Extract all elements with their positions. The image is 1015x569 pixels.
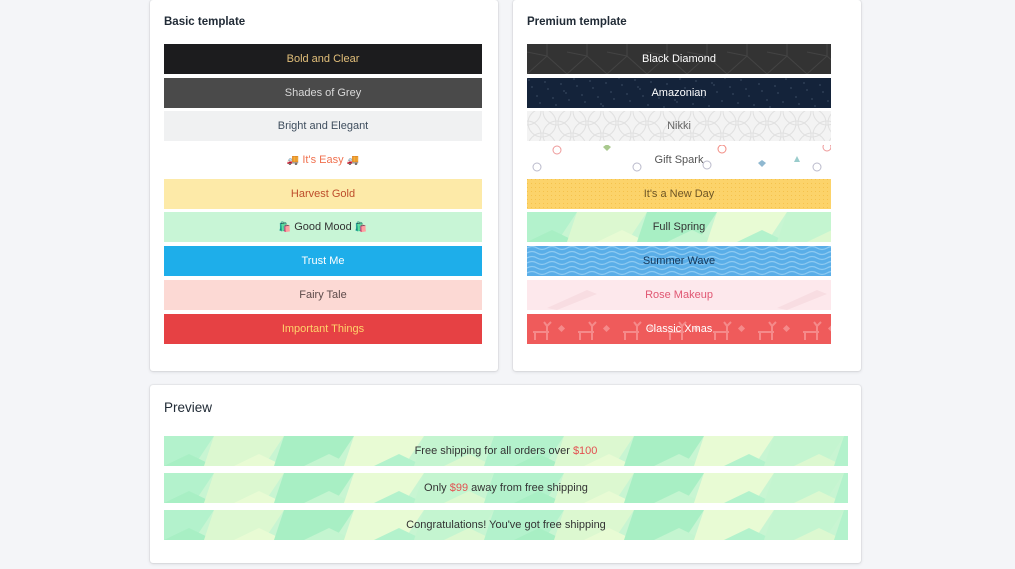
shopping-bag-icon: 🛍️ xyxy=(354,222,368,234)
premium-template-list: Black Diamond Amazonian Nikki Gift Spark It'… xyxy=(527,44,831,347)
basic-template-shades-of-grey[interactable]: Shades of Grey xyxy=(164,77,482,108)
premium-template-card: Premium template Black Diamond Amazonian N… xyxy=(513,0,861,371)
premium-template-full-spring[interactable]: Full Spring xyxy=(527,212,831,243)
basic-template-bold-and-clear[interactable]: Bold and Clear xyxy=(164,44,482,74)
banner-label: Important Things xyxy=(282,323,364,335)
message-text: away from free shipping xyxy=(468,482,588,494)
banner-text: Classic Xmas xyxy=(645,322,713,335)
banner-label: Fairy Tale xyxy=(299,289,346,301)
truck-icon: 🚚 xyxy=(346,155,360,167)
basic-template-it-s-easy[interactable]: 🚚 It's Easy 🚚 xyxy=(164,145,482,176)
banner-text: Summer Wave xyxy=(642,255,716,268)
basic-template-list: Bold and Clear Shades of Grey Bright and E… xyxy=(164,44,482,347)
banner-text: It's Easy xyxy=(302,154,344,167)
banner-label: 🛍️ Good Mood 🛍️ xyxy=(279,221,368,233)
preview-message: Free shipping for all orders over $100 xyxy=(415,445,598,457)
banner-label: Bright and Elegant xyxy=(278,120,369,132)
banner-text: Bold and Clear xyxy=(286,53,360,65)
preview-message: Congratulations! You've got free shippin… xyxy=(406,519,606,531)
preview-title: Preview xyxy=(164,400,213,415)
banner-label: Trust Me xyxy=(302,255,345,267)
banner-label: Classic Xmas xyxy=(646,323,713,335)
premium-template-summer-wave[interactable]: Summer Wave xyxy=(527,246,831,277)
basic-template-title: Basic template xyxy=(164,16,246,28)
preview-banner: Free shipping for all orders over $100 xyxy=(164,436,848,466)
price-amount: $100 xyxy=(572,445,598,457)
banner-text: Bright and Elegant xyxy=(277,120,369,133)
premium-template-it-s-a-new-day[interactable]: It's a New Day xyxy=(527,178,831,209)
message-text: Free shipping for all orders over xyxy=(414,445,573,457)
premium-template-nikki[interactable]: Nikki xyxy=(527,111,831,142)
banner-label: It's a New Day xyxy=(644,188,715,200)
banner-text: Rose Makeup xyxy=(645,288,713,301)
basic-template-bright-and-elegant[interactable]: Bright and Elegant xyxy=(164,111,482,142)
banner-label: Gift Spark xyxy=(655,154,704,166)
banner-text: Important Things xyxy=(281,322,365,335)
message-text: Only xyxy=(424,482,450,494)
banner-text: It's a New Day xyxy=(643,187,715,200)
premium-template-classic-xmas[interactable]: Classic Xmas xyxy=(527,313,831,344)
banner-text: Amazonian xyxy=(651,86,707,99)
banner-label: Harvest Gold xyxy=(291,188,355,200)
price-amount: $99 xyxy=(449,482,469,494)
banner-label: Shades of Grey xyxy=(285,87,361,99)
preview-banner: Only $99 away from free shipping xyxy=(164,473,848,503)
banner-label: Summer Wave xyxy=(643,255,715,267)
banner-text: Nikki xyxy=(667,120,691,133)
truck-icon: 🚚 xyxy=(286,155,300,167)
banner-label: Rose Makeup xyxy=(645,289,713,301)
preview-card: Preview Free shipping for all orders ove… xyxy=(150,385,861,563)
banner-label: Nikki xyxy=(667,120,691,132)
preview-banner: Congratulations! You've got free shippin… xyxy=(164,510,848,540)
premium-template-black-diamond[interactable]: Black Diamond xyxy=(527,44,831,74)
banner-text: Harvest Gold xyxy=(290,187,356,200)
banner-label: Black Diamond xyxy=(642,53,716,65)
banner-label: 🚚 It's Easy 🚚 xyxy=(287,154,359,166)
shopping-bag-icon: 🛍️ xyxy=(278,222,292,234)
premium-template-title: Premium template xyxy=(527,16,627,28)
premium-template-rose-makeup[interactable]: Rose Makeup xyxy=(527,279,831,310)
premium-template-gift-spark[interactable]: Gift Spark xyxy=(527,145,831,176)
basic-template-good-mood[interactable]: 🛍️ Good Mood 🛍️ xyxy=(164,212,482,243)
banner-text: Trust Me xyxy=(301,255,345,268)
basic-template-card: Basic template Bold and Clear Shades of G… xyxy=(150,0,498,371)
basic-template-fairy-tale[interactable]: Fairy Tale xyxy=(164,279,482,310)
banner-text: Fairy Tale xyxy=(299,288,347,301)
banner-label: Full Spring xyxy=(653,221,706,233)
premium-template-amazonian[interactable]: Amazonian xyxy=(527,77,831,108)
banner-text: Gift Spark xyxy=(654,154,704,167)
preview-message: Only $99 away from free shipping xyxy=(424,482,588,494)
basic-template-important-things[interactable]: Important Things xyxy=(164,313,482,344)
banner-text: Good Mood xyxy=(294,221,352,234)
basic-template-harvest-gold[interactable]: Harvest Gold xyxy=(164,178,482,209)
message-text: Congratulations! You've got free shippin… xyxy=(406,519,606,531)
banner-label: Amazonian xyxy=(651,87,706,99)
basic-template-trust-me[interactable]: Trust Me xyxy=(164,246,482,277)
banner-text: Black Diamond xyxy=(642,53,716,65)
banner-text: Full Spring xyxy=(652,221,706,234)
banner-text: Shades of Grey xyxy=(284,86,362,99)
banner-label: Bold and Clear xyxy=(287,53,360,65)
preview-list: Free shipping for all orders over $100 On… xyxy=(164,436,848,547)
